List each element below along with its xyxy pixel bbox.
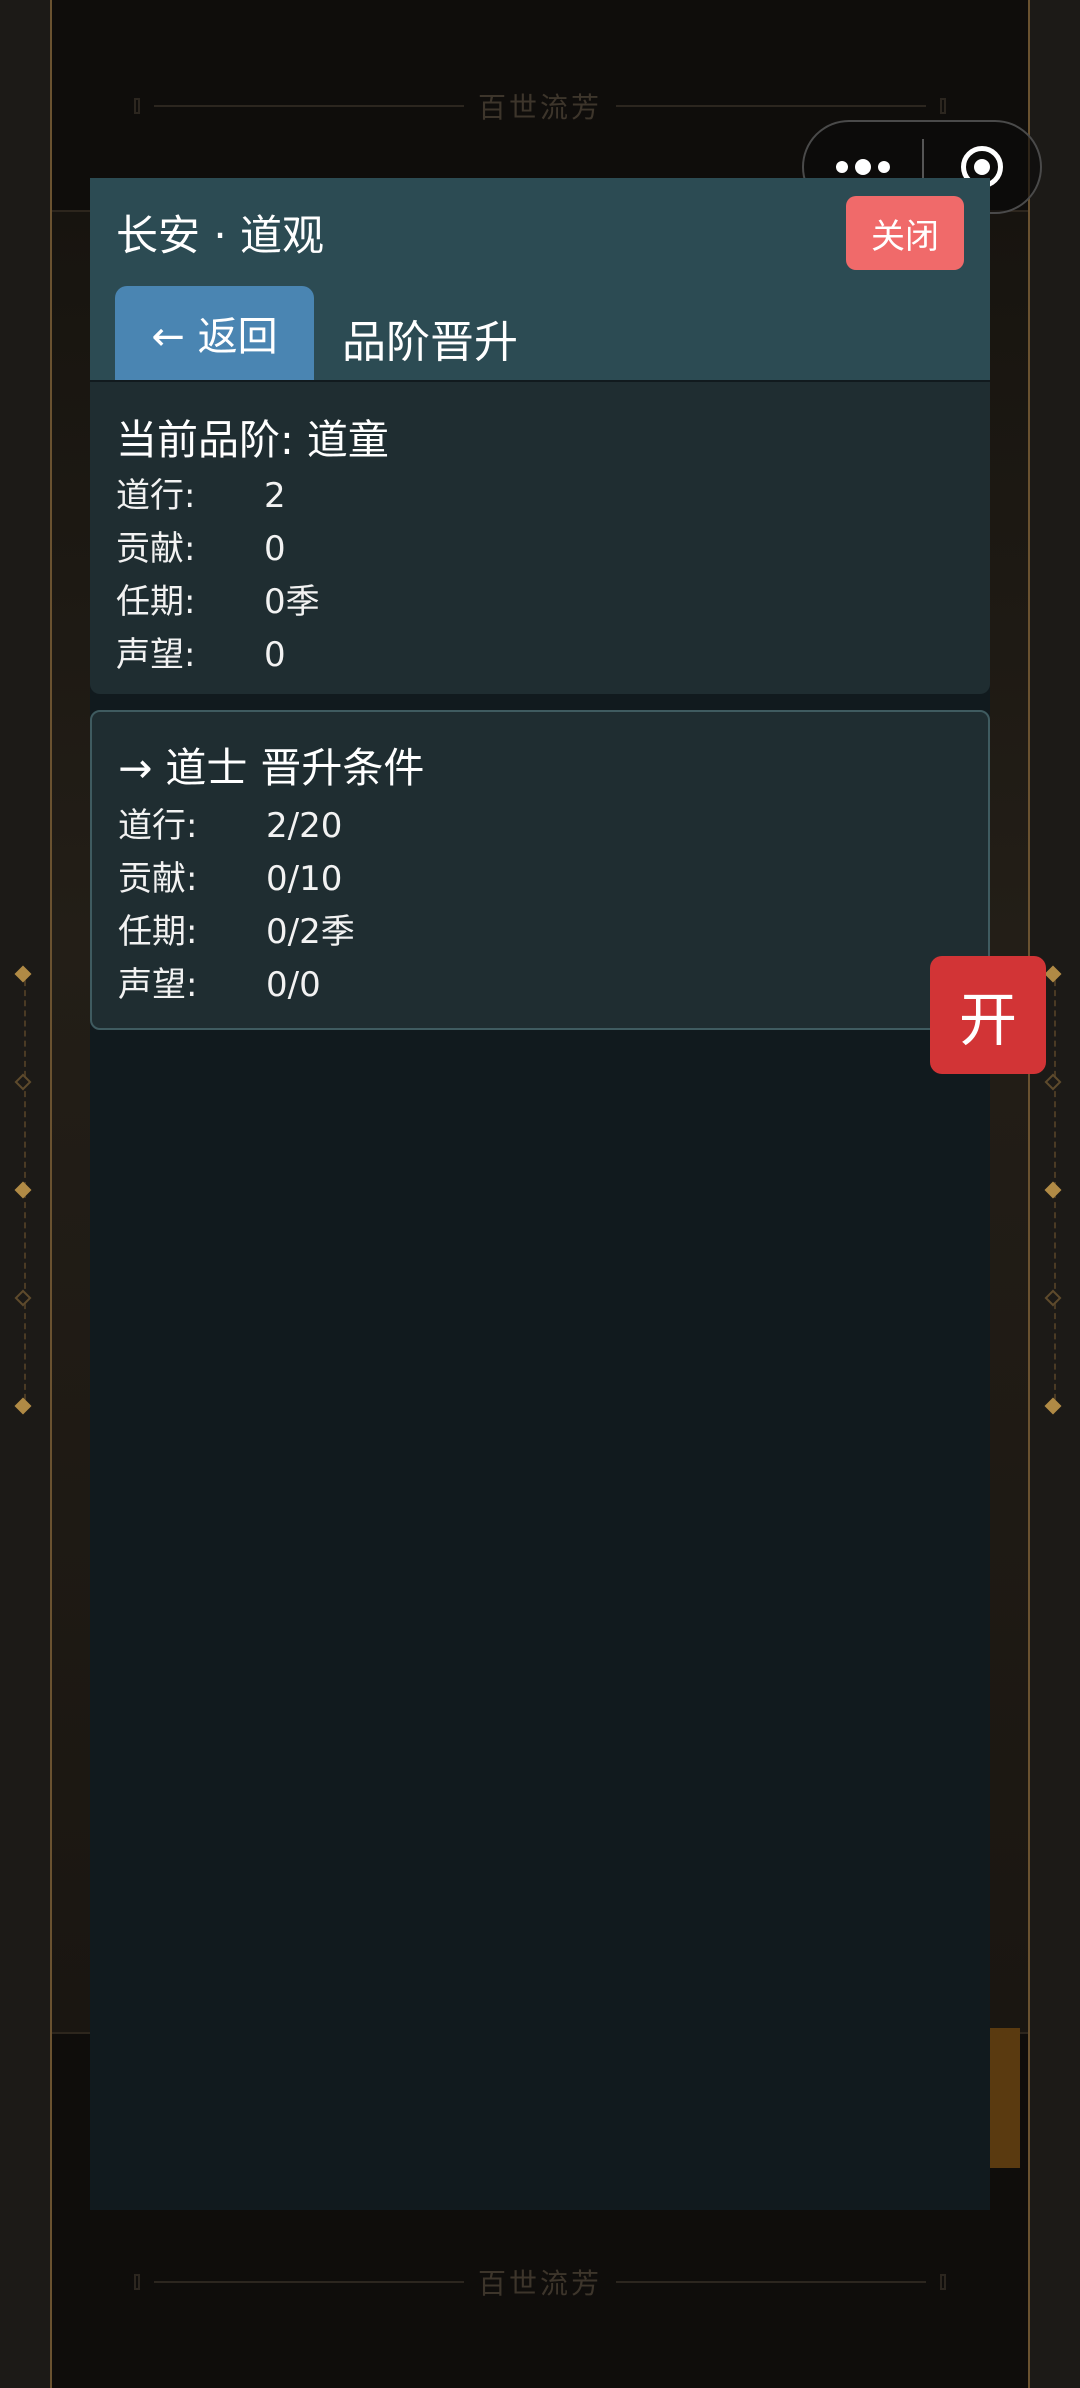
requirement-row: 声望: 0/0 — [118, 957, 321, 1006]
requirement-label: 声望: — [118, 965, 198, 1005]
requirement-value: 0/10 — [266, 859, 343, 899]
stat-value: 0 — [264, 635, 286, 675]
requirement-label: 贡献: — [118, 859, 198, 899]
stat-value: 0季 — [264, 582, 320, 622]
ornament-line — [616, 2281, 926, 2283]
stat-value: 2 — [264, 476, 286, 516]
promotion-title: → 道士 晋升条件 — [118, 744, 425, 792]
frame-title-text: 百世流芳 — [477, 2267, 602, 2300]
requirement-label: 道行: — [118, 806, 198, 846]
frame-title-text: 百世流芳 — [477, 91, 602, 124]
stat-row: 任期: 0季 — [116, 574, 320, 623]
ornament-line — [153, 2281, 464, 2283]
ornament-end — [133, 2274, 140, 2290]
requirement-value: 2/20 — [266, 806, 343, 846]
stat-value: 0 — [264, 529, 286, 569]
ornament-end — [133, 98, 140, 114]
stat-row: 声望: 0 — [116, 627, 286, 676]
stat-label: 贡献: — [116, 529, 196, 569]
stat-label: 声望: — [116, 635, 196, 675]
open-button[interactable]: 开 — [930, 956, 1046, 1074]
requirement-row: 贡献: 0/10 — [118, 851, 342, 900]
close-button[interactable]: 关闭 — [846, 196, 964, 270]
stat-row: 贡献: 0 — [116, 521, 286, 570]
stat-label: 道行: — [116, 476, 196, 516]
rank-promotion-modal: 长安 · 道观 关闭 ← 返回 品阶晋升 当前品阶: 道童 道行: 2 贡献: 0 … — [90, 178, 990, 2210]
requirement-label: 任期: — [118, 912, 198, 952]
ornament-line — [616, 105, 926, 107]
modal-header: 长安 · 道观 关闭 ← 返回 品阶晋升 — [90, 178, 990, 380]
stat-row: 道行: 2 — [116, 468, 286, 517]
ornament-line — [153, 105, 464, 107]
requirement-value: 0/2季 — [266, 912, 355, 952]
ornament-end — [940, 2274, 946, 2290]
requirement-row: 道行: 2/20 — [118, 798, 342, 847]
requirement-row: 任期: 0/2季 — [118, 904, 355, 953]
current-rank-title: 当前品阶: 道童 — [116, 416, 389, 464]
stat-label: 任期: — [116, 582, 196, 622]
back-button[interactable]: ← 返回 — [115, 286, 314, 380]
location-title: 长安 · 道观 — [116, 211, 325, 260]
frame-title-bottom: 百世流芳 — [52, 2262, 1028, 2302]
requirement-value: 0/0 — [266, 965, 321, 1005]
page-title: 品阶晋升 — [342, 317, 518, 368]
side-ornament-left — [10, 960, 40, 1420]
current-rank-card: 当前品阶: 道童 道行: 2 贡献: 0 任期: 0季 声望: 0 — [90, 382, 990, 694]
promotion-requirements-card: → 道士 晋升条件 道行: 2/20 贡献: 0/10 任期: 0/2季 声望: 0/0 — [90, 710, 990, 1030]
ornament-end — [940, 98, 946, 114]
